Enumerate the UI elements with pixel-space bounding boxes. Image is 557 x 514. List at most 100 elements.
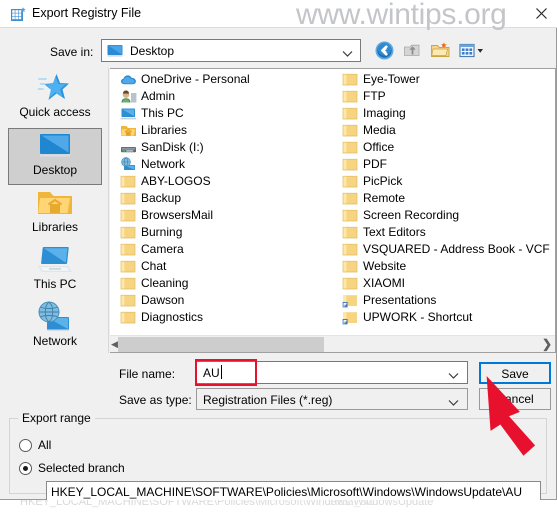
list-item-label: Dawson <box>141 293 185 307</box>
list-item-label: OneDrive - Personal <box>141 72 250 86</box>
list-item[interactable]: Dawson <box>120 292 350 309</box>
list-item[interactable]: Network <box>120 156 350 173</box>
list-item-label: Diagnostics <box>141 310 204 324</box>
sidebar-item-this-pc[interactable]: This PC <box>8 243 102 300</box>
list-item[interactable]: UPWORK - Shortcut <box>342 309 555 326</box>
save-in-value: Desktop <box>130 43 175 58</box>
list-item[interactable]: Burning <box>120 224 350 241</box>
back-navigation-icon[interactable] <box>374 40 395 61</box>
list-item[interactable]: Camera <box>120 241 350 258</box>
list-item-label: UPWORK - Shortcut <box>363 310 473 324</box>
radio-label: Selected branch <box>38 461 125 475</box>
list-item[interactable]: Cleaning <box>120 275 350 292</box>
list-item[interactable]: Chat <box>120 258 350 275</box>
folder-icon <box>120 242 137 257</box>
list-item-label: Screen Recording <box>363 208 460 222</box>
list-item[interactable]: Remote <box>342 190 555 207</box>
folder-icon <box>342 174 359 189</box>
folder-icon <box>342 225 359 240</box>
chevron-down-icon[interactable] <box>448 369 459 383</box>
list-item[interactable]: Office <box>342 139 555 156</box>
list-item[interactable]: Libraries <box>120 122 350 139</box>
places-bar: Quick access Desktop Libraries This PC N… <box>1 68 109 353</box>
folder-icon <box>342 242 359 257</box>
list-item-label: Camera <box>141 242 184 256</box>
folder-icon <box>342 157 359 172</box>
usb-drive-icon <box>120 140 137 155</box>
chevron-down-icon[interactable] <box>342 47 353 61</box>
folder-icon <box>120 191 137 206</box>
scroll-right-icon[interactable]: ❯ <box>542 337 552 351</box>
list-item[interactable]: Media <box>342 122 555 139</box>
scrollbar-thumb[interactable] <box>118 337 324 352</box>
navigation-toolbar <box>374 38 486 62</box>
radio-icon-selected <box>19 461 32 475</box>
sidebar-item-desktop[interactable]: Desktop <box>8 128 102 185</box>
background-ghost-text-2: REG_SZ <box>330 500 375 508</box>
save-button[interactable]: Save <box>479 362 551 384</box>
file-list[interactable]: OneDrive - Personal Admin This PC Libraries… <box>110 68 556 353</box>
list-item[interactable]: OneDrive - Personal <box>120 71 350 88</box>
radio-label: All <box>38 438 52 452</box>
list-item[interactable]: SanDisk (I:) <box>120 139 350 156</box>
list-item[interactable]: Website <box>342 258 555 275</box>
list-item-label: Remote <box>363 191 406 205</box>
close-icon[interactable] <box>525 0 557 27</box>
list-item[interactable]: Eye-Tower <box>342 71 555 88</box>
list-item[interactable]: Backup <box>120 190 350 207</box>
list-item[interactable]: Diagnostics <box>120 309 350 326</box>
list-item[interactable]: VSQUARED - Address Book - VCF <box>342 241 555 258</box>
chevron-down-icon[interactable] <box>448 396 459 410</box>
list-item-label: Burning <box>141 225 183 239</box>
save-as-type-select[interactable]: Registration Files (*.reg) <box>196 388 468 410</box>
list-item-label: Admin <box>141 89 176 103</box>
export-range-legend: Export range <box>18 411 95 425</box>
desktop-monitor-icon <box>9 129 101 163</box>
list-item[interactable]: Presentations <box>342 292 555 309</box>
list-item[interactable]: Text Editors <box>342 224 555 241</box>
file-list-column-1: OneDrive - Personal Admin This PC Libraries… <box>120 71 350 326</box>
list-item-label: Cleaning <box>141 276 189 290</box>
cancel-button[interactable]: Cancel <box>479 388 551 410</box>
sidebar-item-network[interactable]: Network <box>8 300 102 357</box>
folder-icon <box>120 174 137 189</box>
sidebar-item-label: This PC <box>33 277 77 291</box>
list-item[interactable]: FTP <box>342 88 555 105</box>
save-as-type-value: Registration Files (*.reg) <box>203 393 333 407</box>
list-item[interactable]: ABY-LOGOS <box>120 173 350 190</box>
sidebar-item-libraries[interactable]: Libraries <box>8 186 102 243</box>
list-item[interactable]: This PC <box>120 105 350 122</box>
folder-icon <box>342 123 359 138</box>
list-item[interactable]: Imaging <box>342 105 555 122</box>
horizontal-scrollbar[interactable]: ◀ ❯ <box>110 335 555 352</box>
user-folder-icon <box>120 89 137 104</box>
sidebar-item-label: Libraries <box>31 220 79 234</box>
list-item-label: Chat <box>141 259 167 273</box>
folder-icon <box>342 140 359 155</box>
list-item-label: This PC <box>141 106 184 120</box>
views-dropdown-icon[interactable] <box>458 40 486 61</box>
list-item-label: Website <box>363 259 407 273</box>
file-name-input[interactable]: AU <box>196 361 468 384</box>
list-item[interactable]: Screen Recording <box>342 207 555 224</box>
radio-export-all[interactable]: All <box>19 438 51 452</box>
list-item-label: Backup <box>141 191 182 205</box>
folder-icon <box>342 208 359 223</box>
selected-branch-input[interactable]: HKEY_LOCAL_MACHINE\SOFTWARE\Policies\Mic… <box>46 481 541 501</box>
up-one-level-icon <box>402 40 423 61</box>
list-item[interactable]: PicPick <box>342 173 555 190</box>
file-list-column-2: Eye-Tower FTP Imaging Media Office PDF PicPick… <box>342 71 555 326</box>
scroll-left-icon[interactable]: ◀ <box>111 339 118 350</box>
list-item[interactable]: XIAOMI <box>342 275 555 292</box>
list-item-label: Presentations <box>363 293 437 307</box>
new-folder-icon[interactable] <box>430 40 451 61</box>
list-item[interactable]: PDF <box>342 156 555 173</box>
list-item-label: Eye-Tower <box>363 72 420 86</box>
selected-branch-value: HKEY_LOCAL_MACHINE\SOFTWARE\Policies\Mic… <box>51 485 523 499</box>
save-in-combobox[interactable]: Desktop <box>101 39 361 62</box>
list-item[interactable]: Admin <box>120 88 350 105</box>
folder-libraries-icon <box>8 186 102 220</box>
radio-export-selected-branch[interactable]: Selected branch <box>19 461 125 475</box>
sidebar-item-quick-access[interactable]: Quick access <box>8 71 102 128</box>
list-item[interactable]: BrowsersMail <box>120 207 350 224</box>
